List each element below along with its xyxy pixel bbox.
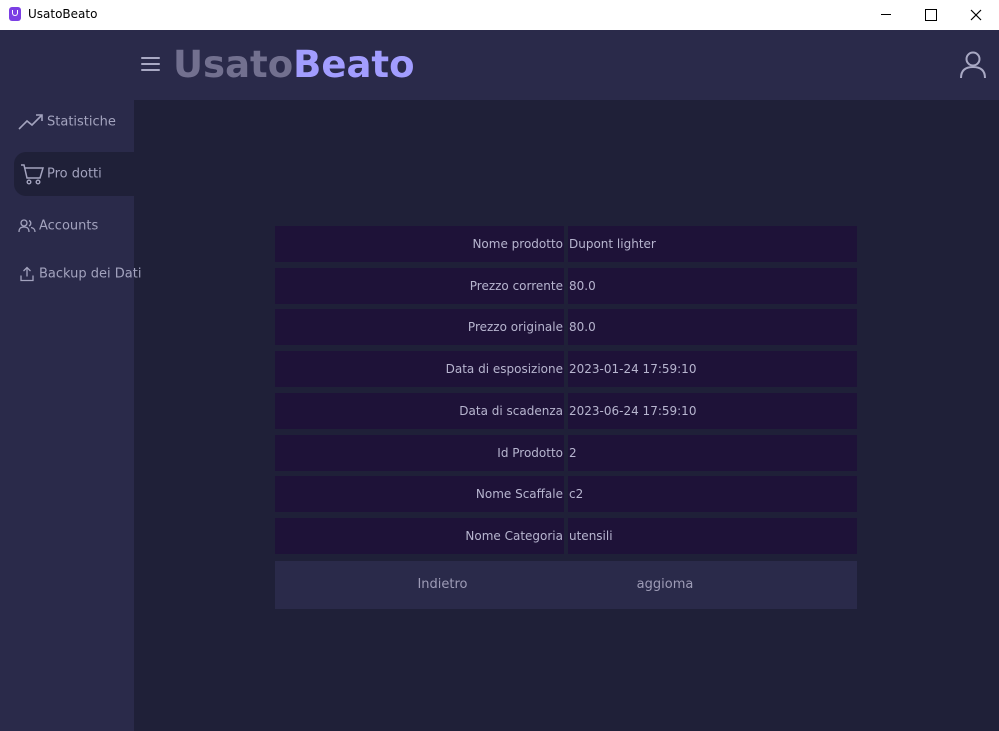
- maximize-button[interactable]: [908, 0, 954, 30]
- brand-part-2: Beato: [293, 43, 415, 86]
- trend-up-icon: [18, 114, 43, 130]
- table-row: Id Prodotto 2: [275, 435, 857, 471]
- field-value: c2: [568, 476, 857, 512]
- field-label: Nome Categoria: [275, 518, 564, 554]
- window-titlebar: UsatoBeato: [0, 0, 999, 30]
- table-row: Nome Scaffale c2: [275, 476, 857, 512]
- field-value: 80.0: [568, 309, 857, 345]
- brand-part-1: Usato: [173, 43, 294, 86]
- table-row: Nome Categoria utensili: [275, 518, 857, 554]
- field-value: utensili: [568, 518, 857, 554]
- sidebar-item-label: Pro dotti: [47, 166, 102, 182]
- sidebar: Statistiche Pro dotti Accounts Backup de…: [0, 100, 141, 731]
- table-row: Prezzo originale 80.0: [275, 309, 857, 345]
- upload-icon: [20, 266, 34, 282]
- update-button[interactable]: aggioma: [540, 561, 790, 609]
- sidebar-item-statistiche[interactable]: Statistiche: [14, 100, 134, 144]
- user-profile-icon[interactable]: [958, 50, 988, 80]
- field-label: Prezzo corrente: [275, 268, 564, 304]
- table-row: Prezzo corrente 80.0: [275, 268, 857, 304]
- field-value: 2: [568, 435, 857, 471]
- field-label: Data di esposizione: [275, 351, 564, 387]
- field-label: Nome prodotto: [275, 226, 564, 262]
- sidebar-item-accounts[interactable]: Accounts: [14, 204, 134, 248]
- brand-title: UsatoBeato: [173, 43, 415, 87]
- field-value: 2023-06-24 17:59:10: [568, 393, 857, 429]
- sidebar-item-label: Statistiche: [47, 114, 116, 130]
- action-bar: Indietro aggioma: [275, 561, 857, 609]
- app-window: UsatoBeato Statistiche Pro dotti Account…: [0, 30, 999, 731]
- sidebar-item-label: Accounts: [39, 218, 99, 234]
- table-row: Data di esposizione 2023-01-24 17:59:10: [275, 351, 857, 387]
- field-value: Dupont lighter: [568, 226, 857, 262]
- sidebar-item-label: Backup dei Dati: [39, 266, 142, 282]
- table-row: Nome prodotto Dupont lighter: [275, 226, 857, 262]
- window-title: UsatoBeato: [28, 7, 98, 21]
- field-label: Nome Scaffale: [275, 476, 564, 512]
- field-label: Prezzo originale: [275, 309, 564, 345]
- minimize-button[interactable]: [863, 0, 909, 30]
- close-button[interactable]: [953, 0, 999, 30]
- app-header: UsatoBeato: [0, 30, 999, 100]
- table-row: Data di scadenza 2023-06-24 17:59:10: [275, 393, 857, 429]
- sidebar-item-backup[interactable]: Backup dei Dati: [14, 252, 141, 296]
- users-icon: [18, 219, 36, 233]
- field-value: 80.0: [568, 268, 857, 304]
- cart-icon: [21, 164, 44, 185]
- field-label: Data di scadenza: [275, 393, 564, 429]
- close-icon: [970, 9, 982, 21]
- menu-toggle-icon[interactable]: [140, 55, 162, 71]
- field-label: Id Prodotto: [275, 435, 564, 471]
- field-value: 2023-01-24 17:59:10: [568, 351, 857, 387]
- app-logo-icon: [9, 7, 21, 21]
- sidebar-item-prodotti[interactable]: Pro dotti: [14, 152, 134, 196]
